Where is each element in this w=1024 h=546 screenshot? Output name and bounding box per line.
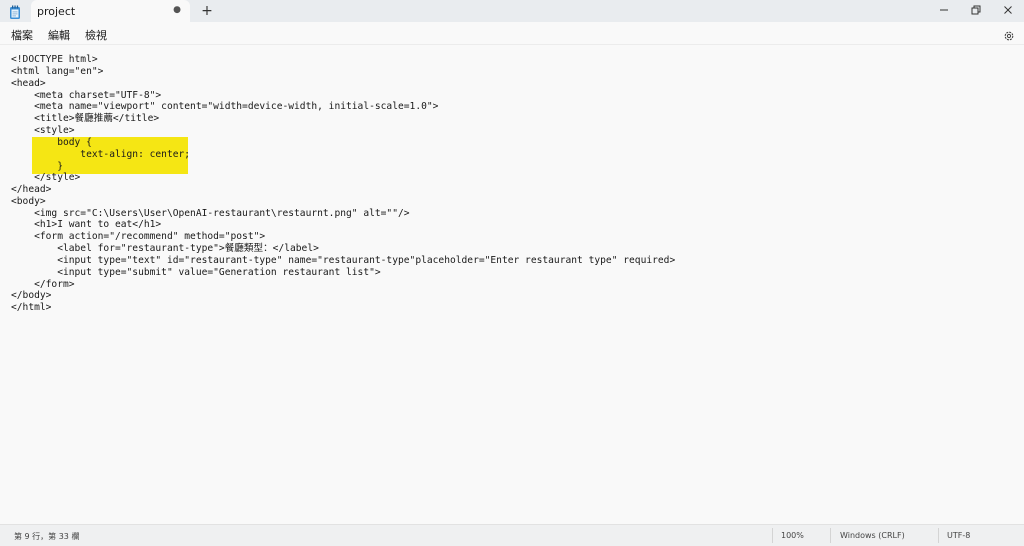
tab-title: project <box>37 4 76 18</box>
code-line: </style> <box>11 172 81 183</box>
code-line: <body> <box>11 196 46 207</box>
zoom-level[interactable]: 100% <box>781 531 804 540</box>
code-line: <!DOCTYPE html> <box>11 54 98 65</box>
code-line: body { <box>11 137 92 148</box>
cursor-position: 第 9 行，第 33 欄 <box>14 532 80 541</box>
status-divider <box>938 528 939 543</box>
code-line: <head> <box>11 78 46 89</box>
menu-file[interactable]: 檔案 <box>9 26 35 44</box>
close-button[interactable] <box>992 0 1024 20</box>
gear-icon[interactable] <box>1003 27 1015 41</box>
encoding[interactable]: UTF-8 <box>947 531 970 540</box>
code-line: <title>餐廳推薦</title> <box>11 113 160 124</box>
code-line: text-align: center; <box>11 149 191 160</box>
status-divider <box>772 528 773 543</box>
code-line: </html> <box>11 302 52 313</box>
new-tab-button[interactable]: + <box>200 4 214 18</box>
code-line: </head> <box>11 184 52 195</box>
minimize-icon <box>940 9 948 11</box>
line-ending[interactable]: Windows (CRLF) <box>840 531 905 540</box>
title-bar: project ● + <box>0 0 1024 22</box>
code-line: <h1>I want to eat</h1> <box>11 219 162 230</box>
code-line: <meta name="viewport" content="width=dev… <box>11 101 439 112</box>
tab-project[interactable]: project ● <box>31 0 190 22</box>
status-bar: 第 9 行，第 33 欄 100% Windows (CRLF) UTF-8 <box>0 524 1024 546</box>
code-line: </body> <box>11 290 52 301</box>
menu-view[interactable]: 檢視 <box>83 26 109 44</box>
menu-edit[interactable]: 編輯 <box>46 26 72 44</box>
code-line: <label for="restaurant-type">餐廳類型：</labe… <box>11 243 319 254</box>
restore-icon <box>971 5 981 15</box>
status-divider <box>830 528 831 543</box>
editor-area[interactable]: <!DOCTYPE html> <html lang="en"> <head> … <box>0 45 1024 524</box>
notepad-app-icon <box>9 4 21 19</box>
close-icon <box>1004 6 1012 14</box>
tab-unsaved-dot-icon[interactable]: ● <box>172 5 182 15</box>
code-line: <style> <box>11 125 75 136</box>
code-line: <html lang="en"> <box>11 66 104 77</box>
menu-bar: 檔案 編輯 檢視 <box>0 22 1024 45</box>
minimize-button[interactable] <box>928 0 960 20</box>
restore-button[interactable] <box>960 0 992 20</box>
code-line: <form action="/recommend" method="post"> <box>11 231 266 242</box>
code-line: <input type="text" id="restaurant-type" … <box>11 255 676 266</box>
code-line: <input type="submit" value="Generation r… <box>11 267 381 278</box>
